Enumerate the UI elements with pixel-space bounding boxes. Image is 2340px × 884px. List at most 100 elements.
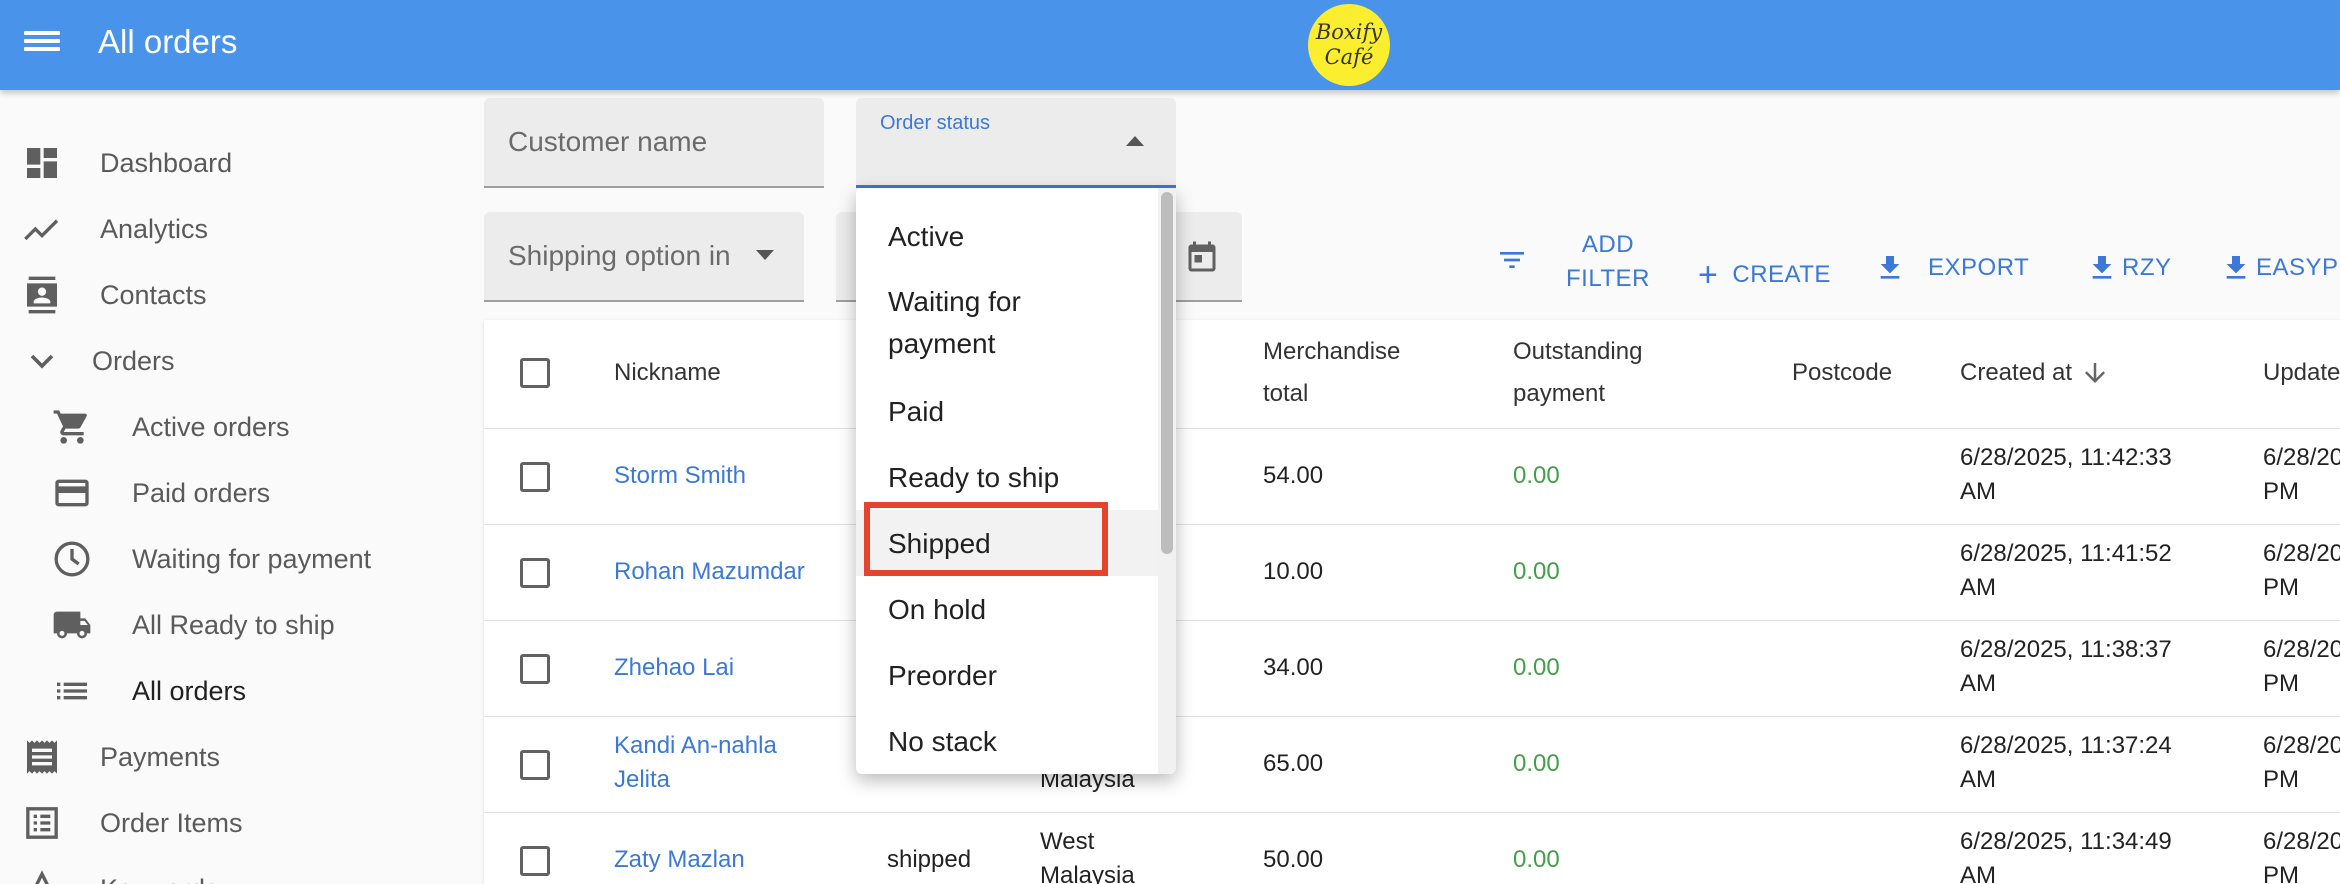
table-row[interactable]: Zhehao Lai 34.00 0.00 6/28/2025, 11:38:3…: [484, 620, 2340, 716]
option-on-hold[interactable]: On hold: [888, 589, 986, 631]
row-checkbox[interactable]: [520, 462, 550, 492]
easyp-button[interactable]: EASYP: [2220, 250, 2339, 286]
sidebar-item-label: All orders: [132, 675, 247, 706]
header-outstanding-payment[interactable]: Outstanding payment: [1513, 331, 1642, 415]
region-cell: West Malaysia: [1040, 825, 1135, 884]
calendar-icon[interactable]: [1184, 238, 1220, 278]
add-filter-line-1: ADD: [1581, 231, 1635, 258]
merch-total-cell: 50.00: [1263, 846, 1324, 873]
nickname-link[interactable]: Kandi An-nahla Jelita: [614, 729, 777, 797]
row-checkbox[interactable]: [520, 846, 550, 876]
table-row[interactable]: Storm Smith 54.00 0.00 6/28/2025, 11:42:…: [484, 428, 2340, 524]
rzy-button[interactable]: RZY: [2086, 250, 2172, 286]
sidebar-item-orders[interactable]: Orders: [0, 331, 470, 391]
created-at-cell: 6/28/2025, 11:41:52 AM: [1960, 537, 2172, 605]
updated-at-line-1: 6/28/20: [2263, 732, 2340, 759]
row-checkbox[interactable]: [520, 750, 550, 780]
brand-logo: Boxify Café: [1308, 4, 1390, 86]
shipping-option-select[interactable]: Shipping option in: [484, 212, 804, 302]
clock-icon: [54, 541, 90, 577]
sidebar-item-label: Contacts: [100, 279, 207, 310]
order-status-menu: Active Waiting for payment Paid Ready to…: [856, 188, 1176, 774]
create-button[interactable]: + CREATE: [1698, 256, 1831, 294]
outstanding-cell: 0.00: [1513, 750, 1560, 777]
sidebar-item-label: Paid orders: [132, 477, 271, 508]
updated-at-line-2: PM: [2263, 574, 2299, 601]
merch-total-cell: 10.00: [1263, 558, 1324, 585]
order-status-select[interactable]: Order status: [856, 98, 1176, 188]
nickname-link[interactable]: Storm Smith: [614, 459, 746, 493]
receipt-icon: [27, 740, 57, 774]
nickname-link[interactable]: Zaty Mazlan: [614, 843, 745, 877]
created-at-line-2: AM: [1960, 862, 1996, 884]
sidebar-item-label: Order Items: [100, 807, 243, 838]
export-button[interactable]: EXPORT: [1874, 250, 2029, 286]
add-filter-button[interactable]: ADD FILTER: [1566, 228, 1650, 296]
sidebar-item-order-items[interactable]: Order Items: [0, 793, 470, 853]
table-row[interactable]: Zaty Mazlan shipped West Malaysia 50.00 0…: [484, 812, 2340, 884]
header-nickname[interactable]: Nickname: [614, 352, 721, 394]
header-postcode[interactable]: Postcode: [1792, 352, 1892, 394]
sidebar-item-payments[interactable]: Payments: [0, 727, 470, 787]
scrollbar-thumb[interactable]: [1161, 192, 1173, 554]
download-icon: [1880, 256, 1900, 279]
order-status-label: Order status: [880, 112, 991, 134]
sidebar-item-label: Payments: [100, 741, 221, 772]
sidebar-item-all-ready-to-ship[interactable]: All Ready to ship: [0, 595, 470, 655]
header-merch-line-2: total: [1263, 380, 1309, 407]
sidebar-item-keywords[interactable]: Keywords: [0, 859, 470, 884]
plus-icon: +: [1698, 256, 1719, 294]
created-at-cell: 6/28/2025, 11:38:37 AM: [1960, 633, 2172, 701]
nickname-line-2: Jelita: [614, 766, 671, 793]
created-at-line-1: 6/28/2025, 11:41:52: [1960, 540, 2172, 567]
sidebar-item-all-orders[interactable]: All orders: [0, 661, 470, 721]
sidebar-item-contacts[interactable]: Contacts: [0, 265, 470, 325]
menu-icon[interactable]: [22, 27, 62, 63]
header-updated-at[interactable]: Update: [2263, 352, 2340, 394]
updated-at-line-2: PM: [2263, 862, 2299, 884]
truck-icon: [53, 611, 91, 639]
updated-at-cell: 6/28/20 PM: [2263, 537, 2340, 605]
nickname-link[interactable]: Rohan Mazumdar: [614, 555, 805, 589]
option-no-stack[interactable]: No stack: [888, 721, 997, 763]
sidebar-item-active-orders[interactable]: Active orders: [0, 397, 470, 457]
table-row[interactable]: Rohan Mazumdar 10.00 0.00 6/28/2025, 11:…: [484, 524, 2340, 620]
logo-line-2: Café: [1324, 45, 1374, 69]
select-all-checkbox[interactable]: [520, 358, 550, 388]
sidebar-item-waiting-for-payment[interactable]: Waiting for payment: [0, 529, 470, 589]
option-paid[interactable]: Paid: [888, 391, 944, 433]
easyp-label: EASYP: [2256, 254, 2339, 281]
header-created-at[interactable]: Created at: [1960, 352, 2110, 394]
merch-total-cell: 54.00: [1263, 462, 1324, 489]
nickname-link[interactable]: Zhehao Lai: [614, 651, 734, 685]
sidebar-item-dashboard[interactable]: Dashboard: [0, 133, 470, 193]
sidebar-item-paid-orders[interactable]: Paid orders: [0, 463, 470, 523]
created-at-line-2: AM: [1960, 478, 1996, 505]
option-active[interactable]: Active: [888, 216, 964, 258]
option-waiting-for-payment[interactable]: Waiting for payment: [888, 281, 1021, 365]
chevron-down-icon: [30, 354, 54, 369]
tag-icon: [35, 870, 49, 884]
nickname-line-1: Kandi An-nahla: [614, 732, 777, 759]
customer-name-input[interactable]: Customer name: [484, 98, 824, 188]
header-merchandise-total[interactable]: Merchandise total: [1263, 331, 1400, 415]
row-checkbox[interactable]: [520, 654, 550, 684]
header-outstanding-line-2: payment: [1513, 380, 1606, 407]
analytics-icon: [24, 219, 59, 241]
cart-icon: [53, 410, 87, 444]
option-ready-to-ship[interactable]: Ready to ship: [888, 457, 1059, 499]
outstanding-cell: 0.00: [1513, 462, 1560, 489]
add-filter-line-2: FILTER: [1566, 265, 1650, 292]
table-row[interactable]: Kandi An-nahlaJelita shipped Malaysia 65…: [484, 716, 2340, 812]
caret-up-icon: [1126, 136, 1144, 146]
header-outstanding-line-1: Outstanding: [1513, 338, 1643, 365]
option-preorder[interactable]: Preorder: [888, 655, 997, 697]
updated-at-line-2: PM: [2263, 478, 2299, 505]
export-label: EXPORT: [1928, 254, 2030, 281]
sidebar-item-analytics[interactable]: Analytics: [0, 199, 470, 259]
updated-at-line-2: PM: [2263, 766, 2299, 793]
filter-icon[interactable]: [1494, 244, 1530, 276]
create-label: CREATE: [1732, 261, 1831, 288]
shipping-option-placeholder: Shipping option in: [508, 240, 731, 271]
row-checkbox[interactable]: [520, 558, 550, 588]
